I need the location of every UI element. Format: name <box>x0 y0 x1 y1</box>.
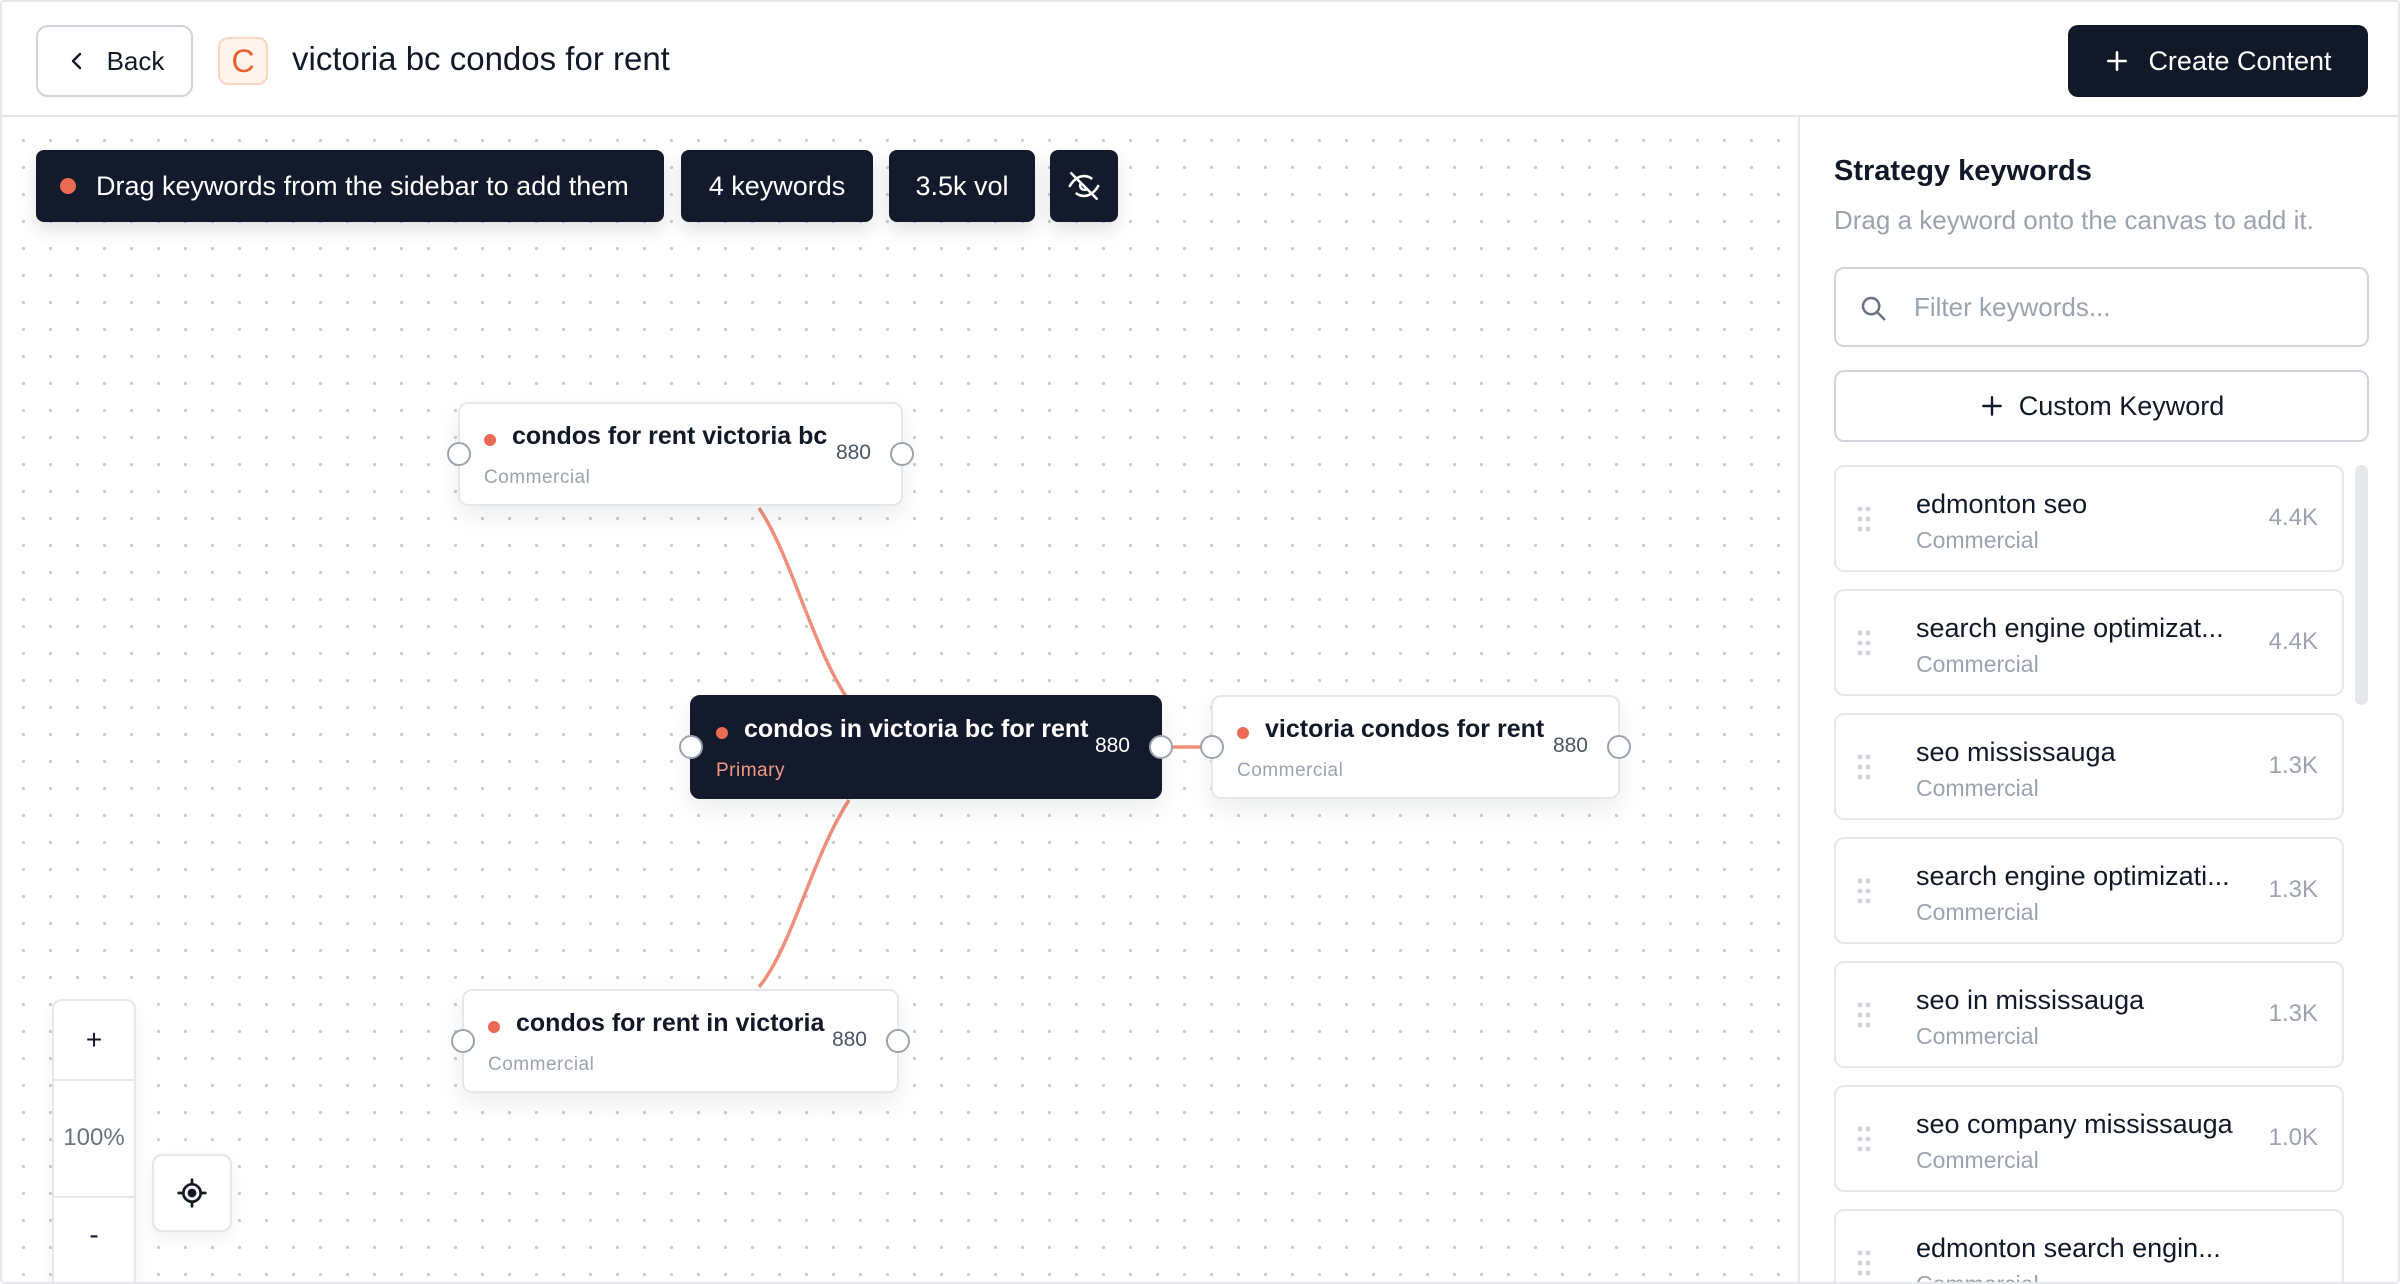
toggle-visibility-button[interactable] <box>1050 150 1118 222</box>
top-header: Back C victoria bc condos for rent Creat… <box>2 2 2398 117</box>
volume-pill: 3.5k vol <box>889 150 1035 222</box>
keyword-intent: Commercial <box>1916 899 2039 925</box>
node-title: condos for rent victoria bc <box>512 422 828 450</box>
zoom-controls: + 100% - <box>52 999 136 1282</box>
crosshair-icon <box>177 1178 207 1208</box>
keyword-volume: 1.0K <box>2268 1124 2318 1151</box>
node-intent-tag: Commercial <box>1237 760 1344 781</box>
edge-primary-to-bottom <box>757 799 851 989</box>
sidebar-subtitle: Drag a keyword onto the canvas to add it… <box>1834 205 2314 235</box>
keyword-intent: Commercial <box>1916 651 2039 677</box>
back-button[interactable]: Back <box>36 25 193 97</box>
sidebar-title: Strategy keywords <box>1834 155 2092 187</box>
node-output-handle[interactable] <box>1607 735 1631 759</box>
keyword-volume: 1.3K <box>2268 1000 2318 1027</box>
node-intent-tag: Commercial <box>484 467 591 488</box>
node-volume: 880 <box>1552 734 1588 757</box>
node-volume: 880 <box>1094 734 1130 757</box>
search-icon <box>1861 296 1886 321</box>
node-title: condos in victoria bc for rent <box>744 715 1089 743</box>
keyword-intent: Commercial <box>1916 1023 2039 1049</box>
drag-hint-text: Drag keywords from the sidebar to add th… <box>96 170 629 201</box>
node-title: condos for rent in victoria <box>516 1009 825 1037</box>
keyword-name: seo mississauga <box>1916 737 2116 767</box>
keyword-count-pill: 4 keywords <box>681 150 873 222</box>
node-volume: 880 <box>835 441 871 464</box>
create-content-label: Create Content <box>2148 45 2332 76</box>
keyword-volume: 1.3K <box>2268 876 2318 903</box>
keyword-intent: Commercial <box>1916 1271 2039 1284</box>
status-dot <box>60 178 76 194</box>
zoom-in-button[interactable]: + <box>54 1001 134 1079</box>
plus-icon <box>1981 396 2002 416</box>
keyword-list-item[interactable]: edmonton seo Commercial 4.4K <box>1834 465 2344 572</box>
node-input-handle[interactable] <box>1200 735 1224 759</box>
app-frame: Back C victoria bc condos for rent Creat… <box>0 0 2400 1284</box>
keyword-list-item[interactable]: seo mississauga Commercial 1.3K <box>1834 713 2344 820</box>
node-output-handle[interactable] <box>890 442 914 466</box>
keyword-node[interactable]: condos for rent victoria bc Commercial 8… <box>447 402 914 506</box>
primary-keyword-node[interactable]: condos in victoria bc for rent Primary 8… <box>679 695 1173 799</box>
keyword-name: edmonton search engin... <box>1916 1233 2221 1263</box>
keyword-list-item[interactable]: search engine optimizat... Commercial 4.… <box>1834 589 2344 696</box>
drag-handle-icon[interactable] <box>1856 753 1872 781</box>
node-primary-tag: Primary <box>716 760 785 781</box>
keyword-canvas[interactable]: Drag keywords from the sidebar to add th… <box>2 117 1798 1282</box>
keyword-name: seo in mississauga <box>1916 985 2145 1015</box>
back-label: Back <box>106 45 165 76</box>
drag-handle-icon[interactable] <box>1856 1125 1872 1153</box>
keyword-node[interactable]: victoria condos for rent Commercial 880 <box>1200 695 1631 799</box>
keyword-volume: 4.4K <box>2268 628 2318 655</box>
edge-primary-to-top <box>757 507 851 702</box>
filter-keywords-field[interactable] <box>1834 267 2369 347</box>
keyword-intent: Commercial <box>1916 775 2039 801</box>
node-output-handle[interactable] <box>1149 735 1173 759</box>
node-status-dot <box>716 727 728 739</box>
drag-handle-icon[interactable] <box>1856 1249 1872 1277</box>
filter-keywords-input[interactable] <box>1914 283 2354 331</box>
keyword-name: edmonton seo <box>1916 489 2088 519</box>
node-input-handle[interactable] <box>679 735 703 759</box>
create-content-button[interactable]: Create Content <box>2068 25 2368 97</box>
zoom-level: 100% <box>63 1123 125 1151</box>
content-type-badge: C <box>218 37 268 85</box>
recenter-button[interactable] <box>152 1154 232 1232</box>
keyword-name: search engine optimizati... <box>1916 861 2230 891</box>
custom-keyword-label: Custom Keyword <box>2018 390 2225 421</box>
keyword-name: search engine optimizat... <box>1916 613 2224 643</box>
drag-handle-icon[interactable] <box>1856 1001 1872 1029</box>
keyword-intent: Commercial <box>1916 527 2039 553</box>
drag-hint-pill: Drag keywords from the sidebar to add th… <box>36 150 664 222</box>
keyword-list-item[interactable]: search engine optimizati... Commercial 1… <box>1834 837 2344 944</box>
node-intent-tag: Commercial <box>488 1054 595 1075</box>
node-input-handle[interactable] <box>451 1029 475 1053</box>
zoom-out-button[interactable]: - <box>54 1196 134 1274</box>
node-status-dot <box>1237 727 1249 739</box>
sidebar-scrollbar[interactable] <box>2355 465 2368 705</box>
node-status-dot <box>484 434 496 446</box>
drag-handle-icon[interactable] <box>1856 505 1872 533</box>
drag-handle-icon[interactable] <box>1856 629 1872 657</box>
node-title: victoria condos for rent <box>1265 715 1545 743</box>
keyword-volume: 1.3K <box>2268 752 2318 779</box>
node-volume: 880 <box>831 1028 867 1051</box>
keyword-list-item[interactable]: seo in mississauga Commercial 1.3K <box>1834 961 2344 1068</box>
keyword-list-item[interactable]: seo company mississauga Commercial 1.0K <box>1834 1085 2344 1192</box>
keyword-intent: Commercial <box>1916 1147 2039 1173</box>
node-status-dot <box>488 1021 500 1033</box>
plus-icon <box>2107 51 2128 71</box>
drag-handle-icon[interactable] <box>1856 877 1872 905</box>
keyword-volume: 4.4K <box>2268 504 2318 531</box>
eye-off-icon <box>1068 171 1100 201</box>
keyword-list-item[interactable]: edmonton search engin... Commercial <box>1834 1209 2344 1284</box>
node-output-handle[interactable] <box>886 1029 910 1053</box>
node-input-handle[interactable] <box>447 442 471 466</box>
strategy-keywords-sidebar: Strategy keywords Drag a keyword onto th… <box>1798 117 2398 1284</box>
keyword-name: seo company mississauga <box>1916 1109 2233 1139</box>
chevron-left-icon <box>71 52 81 70</box>
keyword-node[interactable]: condos for rent in victoria Commercial 8… <box>451 989 910 1093</box>
page-title: victoria bc condos for rent <box>292 40 670 77</box>
custom-keyword-button[interactable]: Custom Keyword <box>1834 370 2369 442</box>
